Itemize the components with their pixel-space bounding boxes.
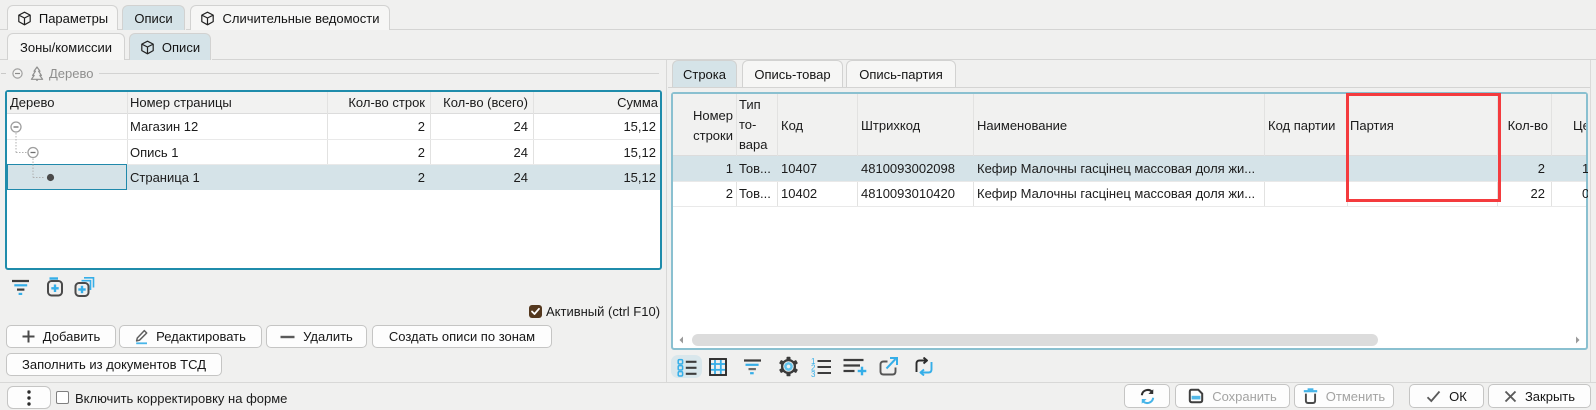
svg-text:3: 3	[811, 370, 816, 377]
